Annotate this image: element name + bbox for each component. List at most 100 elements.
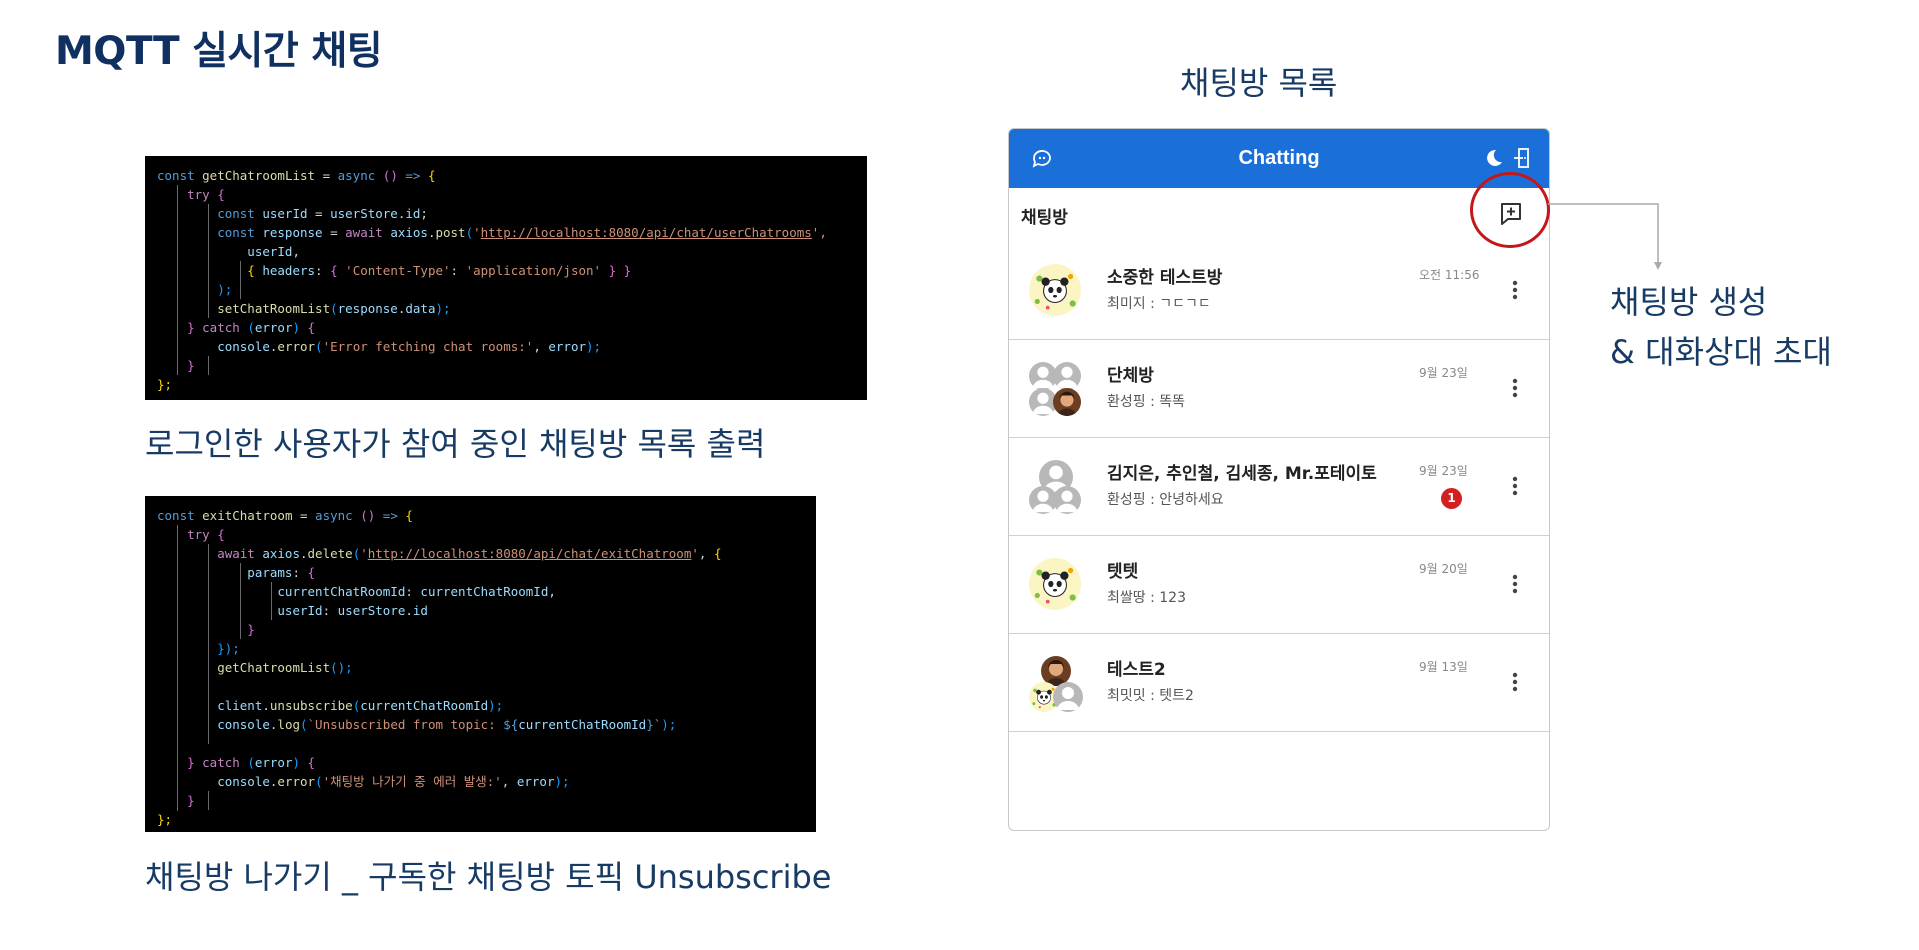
code-token: ' — [691, 546, 699, 561]
code-token: : — [322, 603, 338, 618]
more-vertical-icon[interactable] — [1505, 370, 1525, 406]
chatroom-time: 9월 23일 — [1419, 464, 1468, 478]
annotation-create-room: 채팅방 생성 — [1610, 283, 1768, 321]
code-token: { — [307, 565, 316, 580]
code-token: unsubscribe — [269, 698, 353, 713]
code-line: }; — [157, 810, 172, 829]
code-token: ); — [488, 698, 504, 713]
chatroom-time: 9월 13일 — [1419, 660, 1468, 674]
code-token: id — [412, 603, 428, 618]
code-token: } — [157, 793, 195, 808]
code-token: async — [315, 508, 353, 523]
code-token: ; — [420, 206, 428, 221]
code-token: response — [337, 301, 398, 316]
chatroom-last-message: 최쌀땅 : 123 — [1107, 590, 1186, 606]
code-token: ); — [586, 339, 602, 354]
code-token: 'application/json' — [465, 263, 602, 278]
code-line: setChatRoomList(response.data); — [157, 299, 450, 318]
photo-avatar — [1053, 388, 1081, 416]
code-line: { headers: { 'Content-Type': 'applicatio… — [157, 261, 631, 280]
code-token: ( — [247, 755, 255, 770]
code-line: } — [157, 791, 195, 810]
app-title: Chatting — [1238, 147, 1320, 169]
more-vertical-icon[interactable] — [1505, 468, 1525, 504]
chatroom-item[interactable]: 단체방 환성핑 : 똑똑 9월 23일 — [1009, 340, 1549, 438]
code-token: : — [315, 263, 331, 278]
more-vertical-icon[interactable] — [1505, 272, 1525, 308]
code-token: http://localhost:8080/api/chat/exitChatr… — [367, 546, 692, 561]
highlight-circle — [1470, 172, 1550, 248]
code-token: try — [157, 187, 218, 202]
chatroom-item[interactable]: 테스트2 최밋밋 : 텟트2 9월 13일 — [1009, 634, 1549, 732]
code-token: , — [698, 546, 714, 561]
code-token: exitChatroom — [202, 508, 293, 523]
code-line: }); — [157, 639, 240, 658]
chatroom-item[interactable]: 소중한 테스트방 최미지 : ㄱㄷㄱㄷ 오전 11:56 — [1009, 242, 1549, 340]
code-token: . — [262, 698, 270, 713]
annotation-invite: & 대화상대 초대 — [1610, 333, 1832, 371]
code-token: delete — [307, 546, 353, 561]
code-token: userId — [157, 244, 293, 259]
code-token: console — [157, 774, 270, 789]
code-token: axios — [390, 225, 428, 240]
code-token: http://localhost:8080/api/chat/userChatr… — [480, 225, 812, 240]
code-token: headers — [262, 263, 316, 278]
code-token: ); — [661, 717, 677, 732]
code-token: 'Error fetching chat rooms:' — [322, 339, 534, 354]
more-vertical-icon[interactable] — [1505, 566, 1525, 602]
code-token: } } — [601, 263, 632, 278]
code-line: await axios.delete('http://localhost:808… — [157, 544, 721, 563]
code-token: ) — [292, 320, 308, 335]
code-token: ( — [330, 301, 338, 316]
code-token: ( — [300, 717, 308, 732]
code-block-get-chatroom-list: const getChatroomList = async () => { tr… — [145, 156, 867, 400]
code-token: const — [157, 225, 263, 240]
code-token: params — [157, 565, 293, 580]
moon-icon[interactable] — [1482, 147, 1504, 169]
code-line: } catch (error) { — [157, 318, 315, 337]
code-token: getChatroomList — [202, 168, 316, 183]
exit-door-icon[interactable] — [1511, 147, 1533, 169]
code-token: (); — [330, 660, 353, 675]
code-line: userId, — [157, 242, 300, 261]
code-token: const — [157, 206, 263, 221]
section-label-chatroom-list: 채팅방 목록 — [1180, 64, 1338, 102]
code-token: ); — [554, 774, 570, 789]
code-token: , — [292, 244, 300, 259]
code-token: currentChatRoomId — [157, 584, 406, 599]
chatroom-item[interactable]: 김지은, 추인철, 김세종, Mr.포테이토 환성핑 : 안녕하세요 9월 23일 1 — [1009, 438, 1549, 536]
code-token: error — [277, 339, 316, 354]
chatroom-name: 김지은, 추인철, 김세종, Mr.포테이토 — [1107, 464, 1377, 484]
code-token: = — [307, 206, 331, 221]
code-line: console.error('Error fetching chat rooms… — [157, 337, 601, 356]
code-line: console.log(`Unsubscribed from topic: ${… — [157, 715, 676, 734]
code-token: { — [307, 320, 316, 335]
code-token: currentChatRoomId — [360, 698, 489, 713]
code-token: const — [157, 508, 203, 523]
code-token: } — [646, 717, 654, 732]
code-token: : — [292, 565, 308, 580]
code-token: log — [277, 717, 300, 732]
code-token: setChatRoomList — [157, 301, 331, 316]
chatroom-item[interactable]: 텟텟 최쌀땅 : 123 9월 20일 — [1009, 536, 1549, 634]
code-token: getChatroomList — [157, 660, 331, 675]
code-token: }; — [157, 812, 173, 827]
code-token: catch — [202, 320, 248, 335]
more-vertical-icon[interactable] — [1505, 664, 1525, 700]
code-token: }); — [157, 641, 240, 656]
app-header: Chatting — [1009, 129, 1549, 188]
code-line: }; — [157, 375, 172, 394]
code-token: = — [315, 168, 338, 183]
code-token: error — [277, 774, 316, 789]
panda-avatar — [1029, 558, 1081, 610]
chat-app-window: Chatting 채팅방 소중한 테스트방 최미지 : ㄱㄷㄱㄷ 오전 11:56 단… — [1008, 128, 1550, 831]
code-token: response — [262, 225, 323, 240]
code-token: error — [254, 320, 293, 335]
slide-title: MQTT 실시간 채팅 — [55, 29, 383, 74]
default-avatar-icon — [1053, 486, 1081, 514]
code-token: await — [345, 225, 391, 240]
code-token: data — [405, 301, 436, 316]
code-token: { — [330, 263, 346, 278]
code-token: `Unsubscribed from topic: — [307, 717, 504, 732]
chatroom-name: 소중한 테스트방 — [1107, 268, 1223, 288]
